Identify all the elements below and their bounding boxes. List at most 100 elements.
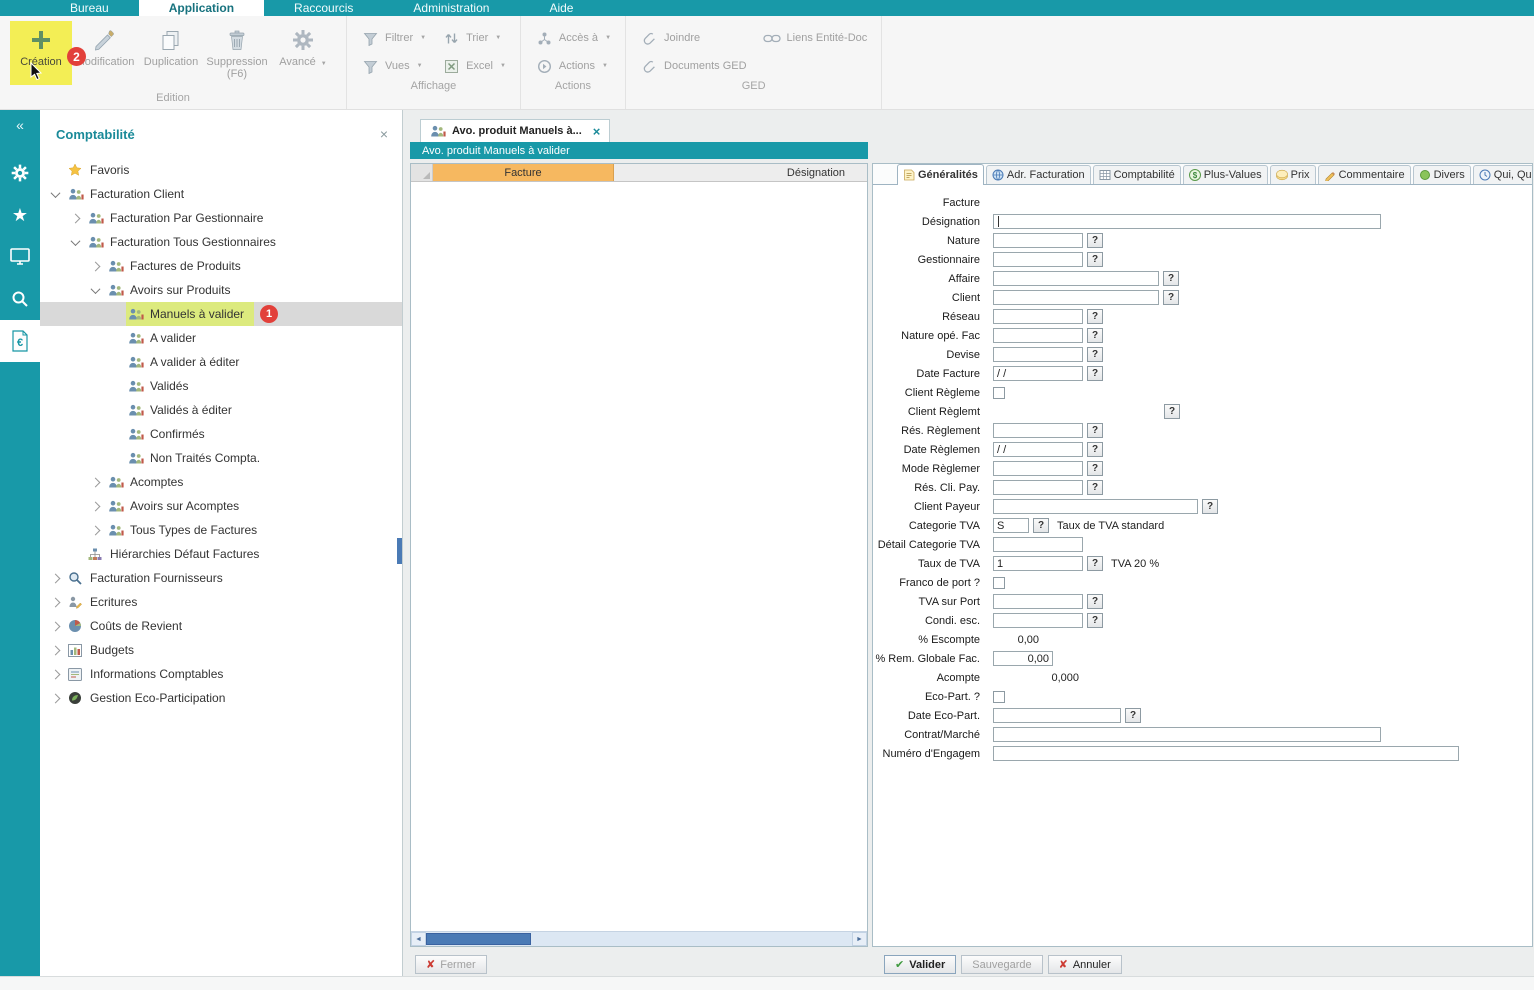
form-tab-comptabilité[interactable]: Comptabilité bbox=[1093, 165, 1181, 184]
settings-icon[interactable] bbox=[0, 152, 40, 194]
form-tab-divers[interactable]: Divers bbox=[1413, 165, 1471, 184]
collapse-sidebar-icon[interactable]: « bbox=[0, 110, 40, 140]
accounting-module-icon[interactable]: € bbox=[0, 320, 40, 362]
tree-item-avoirs-sur-acomptes[interactable]: Avoirs sur Acomptes bbox=[40, 494, 402, 518]
menu-bureau[interactable]: Bureau bbox=[40, 0, 139, 16]
tree-item-facturation-fournisseurs[interactable]: Facturation Fournisseurs bbox=[40, 566, 402, 590]
désignation-input[interactable] bbox=[993, 214, 1381, 229]
tree-collapsed-chevron-icon[interactable] bbox=[91, 261, 101, 271]
client-payeur-help-button[interactable]: ? bbox=[1202, 499, 1218, 514]
sauvegarde-button[interactable]: Sauvegarde bbox=[961, 955, 1042, 974]
date-facture-input[interactable]: / / bbox=[993, 366, 1083, 381]
ribbon-button-liens-entité-doc[interactable]: Liens Entité-Doc bbox=[763, 32, 868, 44]
tree-item-non-traités-compta[interactable]: Non Traités Compta. bbox=[40, 446, 402, 470]
column-header-designation[interactable]: Désignation bbox=[614, 164, 867, 181]
ribbon-button-filtrer[interactable]: Filtrer▼ bbox=[361, 31, 426, 46]
column-header-facture[interactable]: Facture bbox=[433, 164, 614, 181]
tree-item-manuels-à-valider[interactable]: Manuels à valider1 bbox=[40, 302, 402, 326]
form-tab-plus-values[interactable]: $Plus-Values bbox=[1183, 165, 1268, 184]
tree-item-factures-de-produits[interactable]: Factures de Produits bbox=[40, 254, 402, 278]
rés-cli-pay-help-button[interactable]: ? bbox=[1087, 480, 1103, 495]
devise-help-button[interactable]: ? bbox=[1087, 347, 1103, 362]
taux-de-tva-help-button[interactable]: ? bbox=[1087, 556, 1103, 571]
condi-esc-input[interactable] bbox=[993, 613, 1083, 628]
mode-règlemer-help-button[interactable]: ? bbox=[1087, 461, 1103, 476]
menu-raccourcis[interactable]: Raccourcis bbox=[264, 0, 383, 16]
tree-item-budgets[interactable]: Budgets bbox=[40, 638, 402, 662]
scroll-left-icon[interactable]: ◄ bbox=[411, 932, 426, 946]
tree-item-acomptes[interactable]: Acomptes bbox=[40, 470, 402, 494]
affaire-input[interactable] bbox=[993, 271, 1159, 286]
nature-opé-fac-input[interactable] bbox=[993, 328, 1083, 343]
tree-item-a-valider[interactable]: A valider bbox=[40, 326, 402, 350]
ribbon-button-excel[interactable]: Excel▼ bbox=[442, 59, 506, 74]
tree-item-ecritures[interactable]: Ecritures bbox=[40, 590, 402, 614]
ribbon-button-actions[interactable]: Actions▼ bbox=[535, 59, 611, 74]
ribbon-button-trier[interactable]: Trier▼ bbox=[442, 31, 506, 46]
ribbon-button-avancé[interactable]: Avancé ▼ bbox=[270, 21, 336, 85]
nature-help-button[interactable]: ? bbox=[1087, 233, 1103, 248]
tree-collapsed-chevron-icon[interactable] bbox=[51, 645, 61, 655]
réseau-input[interactable] bbox=[993, 309, 1083, 324]
date-eco-part-input[interactable] bbox=[993, 708, 1121, 723]
ribbon-button-duplication[interactable]: Duplication bbox=[138, 21, 204, 85]
détail-categorie-tva-input[interactable] bbox=[993, 537, 1083, 552]
tree-item-avoirs-sur-produits[interactable]: Avoirs sur Produits bbox=[40, 278, 402, 302]
numéro-d-engagem-input[interactable] bbox=[993, 746, 1459, 761]
eco-part-checkbox[interactable] bbox=[993, 691, 1005, 703]
ribbon-button-documents-ged[interactable]: Documents GED bbox=[640, 59, 747, 74]
search-icon[interactable] bbox=[0, 278, 40, 320]
annuler-button[interactable]: ✘Annuler bbox=[1048, 955, 1122, 974]
tree-item-a-valider-à-éditer[interactable]: A valider à éditer bbox=[40, 350, 402, 374]
gestionnaire-input[interactable] bbox=[993, 252, 1083, 267]
sidebar-close-icon[interactable]: × bbox=[380, 126, 388, 142]
desktop-icon[interactable] bbox=[0, 236, 40, 278]
affaire-help-button[interactable]: ? bbox=[1163, 271, 1179, 286]
tree-item-facturation-tous-gestionnaires[interactable]: Facturation Tous Gestionnaires bbox=[40, 230, 402, 254]
tree-item-validés-à-éditer[interactable]: Validés à éditer bbox=[40, 398, 402, 422]
scroll-right-icon[interactable]: ► bbox=[852, 932, 867, 946]
scroll-track[interactable] bbox=[426, 932, 852, 946]
ribbon-button-vues[interactable]: Vues▼ bbox=[361, 59, 426, 74]
tva-sur-port-input[interactable] bbox=[993, 594, 1083, 609]
tree-item-facturation-par-gestionnaire[interactable]: Facturation Par Gestionnaire bbox=[40, 206, 402, 230]
valider-button[interactable]: ✔Valider bbox=[884, 955, 956, 974]
tva-sur-port-help-button[interactable]: ? bbox=[1087, 594, 1103, 609]
date-facture-help-button[interactable]: ? bbox=[1087, 366, 1103, 381]
scroll-thumb[interactable] bbox=[426, 933, 531, 945]
tree-item-gestion-eco-participation[interactable]: Gestion Eco-Participation bbox=[40, 686, 402, 710]
form-tab-prix[interactable]: Prix bbox=[1270, 165, 1316, 184]
gestionnaire-help-button[interactable]: ? bbox=[1087, 252, 1103, 267]
tree-collapsed-chevron-icon[interactable] bbox=[51, 573, 61, 583]
ribbon-button-accès-à[interactable]: Accès à▼ bbox=[535, 31, 611, 46]
date-eco-part-help-button[interactable]: ? bbox=[1125, 708, 1141, 723]
client-input[interactable] bbox=[993, 290, 1159, 305]
tree-item-coûts-de-revient[interactable]: Coûts de Revient bbox=[40, 614, 402, 638]
franco-de-port-checkbox[interactable] bbox=[993, 577, 1005, 589]
nature-input[interactable] bbox=[993, 233, 1083, 248]
ribbon-button-joindre[interactable]: Joindre bbox=[640, 31, 747, 46]
tree-collapsed-chevron-icon[interactable] bbox=[51, 621, 61, 631]
list-corner-cell[interactable] bbox=[411, 164, 433, 181]
document-tab[interactable]: Avo. produit Manuels à... × bbox=[420, 119, 610, 142]
tree-item-favoris[interactable]: Favoris bbox=[40, 158, 402, 182]
client-help-button[interactable]: ? bbox=[1163, 290, 1179, 305]
tree-collapsed-chevron-icon[interactable] bbox=[91, 501, 101, 511]
client-règleme-checkbox[interactable] bbox=[993, 387, 1005, 399]
rés-règlement-input[interactable] bbox=[993, 423, 1083, 438]
contrat-marché-input[interactable] bbox=[993, 727, 1381, 742]
rés-cli-pay-input[interactable] bbox=[993, 480, 1083, 495]
form-tab-adr-facturation[interactable]: Adr. Facturation bbox=[986, 165, 1091, 184]
mode-règlemer-input[interactable] bbox=[993, 461, 1083, 476]
menu-administration[interactable]: Administration bbox=[383, 0, 519, 16]
tree-collapsed-chevron-icon[interactable] bbox=[91, 477, 101, 487]
rem-globale-fac-input[interactable]: 0,00 bbox=[993, 651, 1053, 666]
list-horizontal-scrollbar[interactable]: ◄ ► bbox=[411, 931, 867, 946]
condi-esc-help-button[interactable]: ? bbox=[1087, 613, 1103, 628]
ribbon-button-suppression-f6[interactable]: Suppression (F6) bbox=[204, 21, 270, 85]
date-règlemen-input[interactable]: / / bbox=[993, 442, 1083, 457]
tree-collapsed-chevron-icon[interactable] bbox=[51, 669, 61, 679]
tree-collapsed-chevron-icon[interactable] bbox=[91, 525, 101, 535]
menu-aide[interactable]: Aide bbox=[519, 0, 603, 16]
document-tab-close-icon[interactable]: × bbox=[593, 124, 601, 139]
